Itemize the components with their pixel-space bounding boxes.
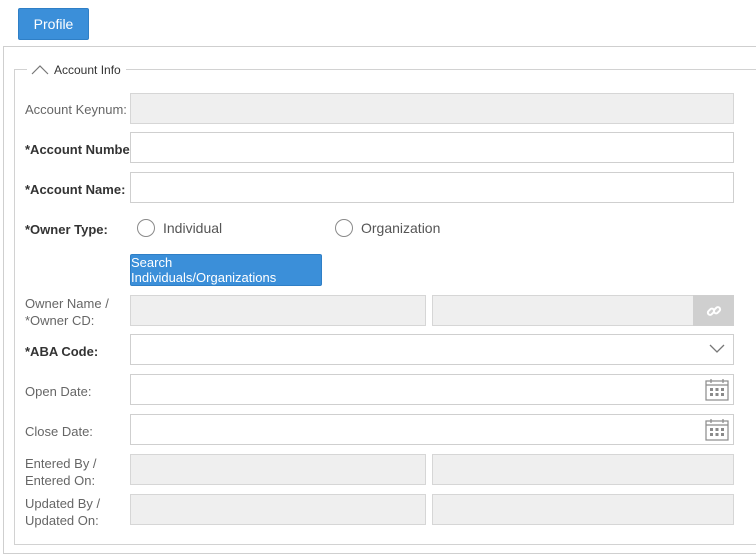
entered-label-line2: Entered On:: [25, 473, 96, 488]
owner-label-line2: *Owner CD:: [25, 313, 95, 328]
account-info-legend[interactable]: Account Info: [27, 61, 126, 79]
radio-circle[interactable]: [335, 219, 353, 237]
radio-label-organization: Organization: [361, 220, 441, 236]
close-date-label: Close Date:: [25, 424, 93, 439]
profile-tab-button[interactable]: Profile: [18, 8, 89, 40]
chevron-down-icon[interactable]: [709, 344, 725, 354]
account-keynum-label: Account Keynum:: [25, 102, 127, 117]
updated-by-field: [130, 494, 426, 525]
entered-by-on-label: Entered By / Entered On:: [25, 455, 97, 489]
link-icon: [706, 305, 721, 316]
open-date-label: Open Date:: [25, 384, 92, 399]
updated-label-line1: Updated By /: [25, 496, 101, 511]
radio-circle[interactable]: [137, 219, 155, 237]
search-individuals-organizations-button[interactable]: Search Individuals/Organizations: [130, 254, 322, 286]
entered-by-field: [130, 454, 426, 485]
entered-label-line1: Entered By /: [25, 456, 97, 471]
owner-name-cd-label: Owner Name / *Owner CD:: [25, 295, 109, 329]
radio-label-individual: Individual: [163, 220, 223, 236]
owner-link-button[interactable]: [693, 295, 734, 326]
updated-on-field: [432, 494, 734, 525]
calendar-icon[interactable]: [705, 378, 729, 401]
chevron-up-icon[interactable]: [31, 65, 49, 75]
owner-type-label: *Owner Type:: [25, 222, 108, 237]
aba-code-label: *ABA Code:: [25, 344, 99, 359]
owner-cd-field: [432, 295, 694, 326]
owner-label-line1: Owner Name /: [25, 296, 109, 311]
owner-type-organization-radio[interactable]: Organization: [335, 219, 440, 237]
aba-code-select[interactable]: [130, 334, 734, 365]
updated-label-line2: Updated On:: [25, 513, 99, 528]
open-date-input[interactable]: [130, 374, 734, 405]
account-keynum-field: [130, 93, 734, 124]
owner-name-field: [130, 295, 426, 326]
account-name-label: *Account Name:: [25, 182, 126, 197]
account-number-label: *Account Number:: [25, 142, 140, 157]
section-title: Account Info: [54, 63, 121, 77]
updated-by-on-label: Updated By / Updated On:: [25, 495, 100, 529]
account-number-input[interactable]: [130, 132, 734, 163]
entered-on-field: [432, 454, 734, 485]
account-name-input[interactable]: [130, 172, 734, 203]
close-date-input[interactable]: [130, 414, 734, 445]
calendar-icon[interactable]: [705, 418, 729, 441]
owner-type-individual-radio[interactable]: Individual: [137, 219, 222, 237]
